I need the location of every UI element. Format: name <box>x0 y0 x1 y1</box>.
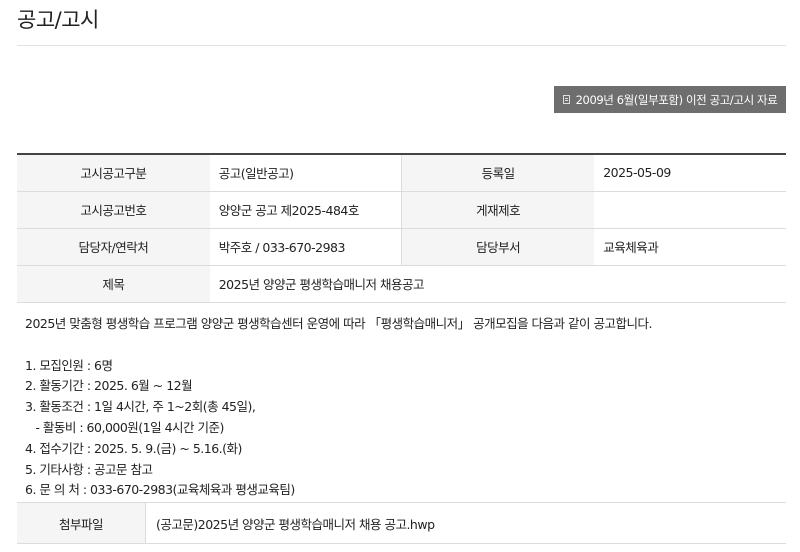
publish-no-label: 게재제호 <box>401 191 595 229</box>
body-blank-line <box>25 335 785 356</box>
title-divider <box>17 45 786 46</box>
attachment-label: 첨부파일 <box>17 502 146 544</box>
publish-no-value <box>594 191 786 229</box>
body-intro: 2025년 맞춤형 평생학습 프로그램 양양군 평생학습센터 운영에 따라 「평… <box>25 316 652 331</box>
page-title: 공고/고시 <box>17 8 99 32</box>
body-line: 5. 기타사항 : 공고문 참고 <box>25 461 153 477</box>
body-line: 2. 활동기간 : 2025. 6월 ~ 12월 <box>25 378 193 394</box>
contact-label: 담당자/연락처 <box>17 228 210 266</box>
reg-date-label: 등록일 <box>401 154 595 192</box>
subject-label: 제목 <box>17 265 210 303</box>
table-row: 고시공고구분 공고(일반공고) 등록일 2025-05-09 <box>17 154 786 192</box>
body-line: 1. 모집인원 : 6명 <box>25 357 113 373</box>
notice-body: 2025년 맞춤형 평생학습 프로그램 양양군 평생학습센터 운영에 따라 「평… <box>25 314 785 501</box>
reg-date-value: 2025-05-09 <box>594 154 786 192</box>
table-row: 제목 2025년 양양군 평생학습매니저 채용공고 <box>17 265 786 303</box>
contact-value: 박주호 / 033-670-2983 <box>209 228 402 266</box>
table-row: 첨부파일 (공고문)2025년 양양군 평생학습매니저 채용 공고.hwp <box>17 502 786 544</box>
table-row: 고시공고번호 양양군 공고 제2025-484호 게재제호 <box>17 191 786 229</box>
table-row: 담당자/연락처 박주호 / 033-670-2983 담당부서 교육체육과 <box>17 228 786 266</box>
attachment-table: 첨부파일 (공고문)2025년 양양군 평생학습매니저 채용 공고.hwp <box>17 502 786 544</box>
body-line: 3. 활동조건 : 1일 4시간, 주 1~2회(총 45일), <box>25 399 256 415</box>
notice-no-value: 양양군 공고 제2025-484호 <box>209 191 402 229</box>
body-line: 6. 문 의 처 : 033-670-2983(교육체육과 평생교육팀) <box>25 482 295 498</box>
subject-value: 2025년 양양군 평생학습매니저 채용공고 <box>209 265 786 303</box>
attachment-cell: (공고문)2025년 양양군 평생학습매니저 채용 공고.hwp <box>145 502 786 544</box>
document-icon <box>562 95 570 104</box>
attachment-file-link[interactable]: (공고문)2025년 양양군 평생학습매니저 채용 공고.hwp <box>156 517 435 532</box>
body-line: 4. 접수기간 : 2025. 5. 9.(금) ~ 5.16.(화) <box>25 440 242 456</box>
category-label: 고시공고구분 <box>17 154 210 192</box>
dept-label: 담당부서 <box>401 228 595 266</box>
notice-no-label: 고시공고번호 <box>17 191 210 229</box>
dept-value: 교육체육과 <box>594 228 786 266</box>
body-line: - 활동비 : 60,000원(1일 4시간 기준) <box>25 419 224 435</box>
archive-notice-button[interactable]: 2009년 6월(일부포함) 이전 공고/고시 자료 <box>554 86 786 113</box>
archive-notice-label: 2009년 6월(일부포함) 이전 공고/고시 자료 <box>575 92 778 107</box>
category-value: 공고(일반공고) <box>209 154 402 192</box>
notice-info-table: 고시공고구분 공고(일반공고) 등록일 2025-05-09 고시공고번호 양양… <box>17 153 786 303</box>
